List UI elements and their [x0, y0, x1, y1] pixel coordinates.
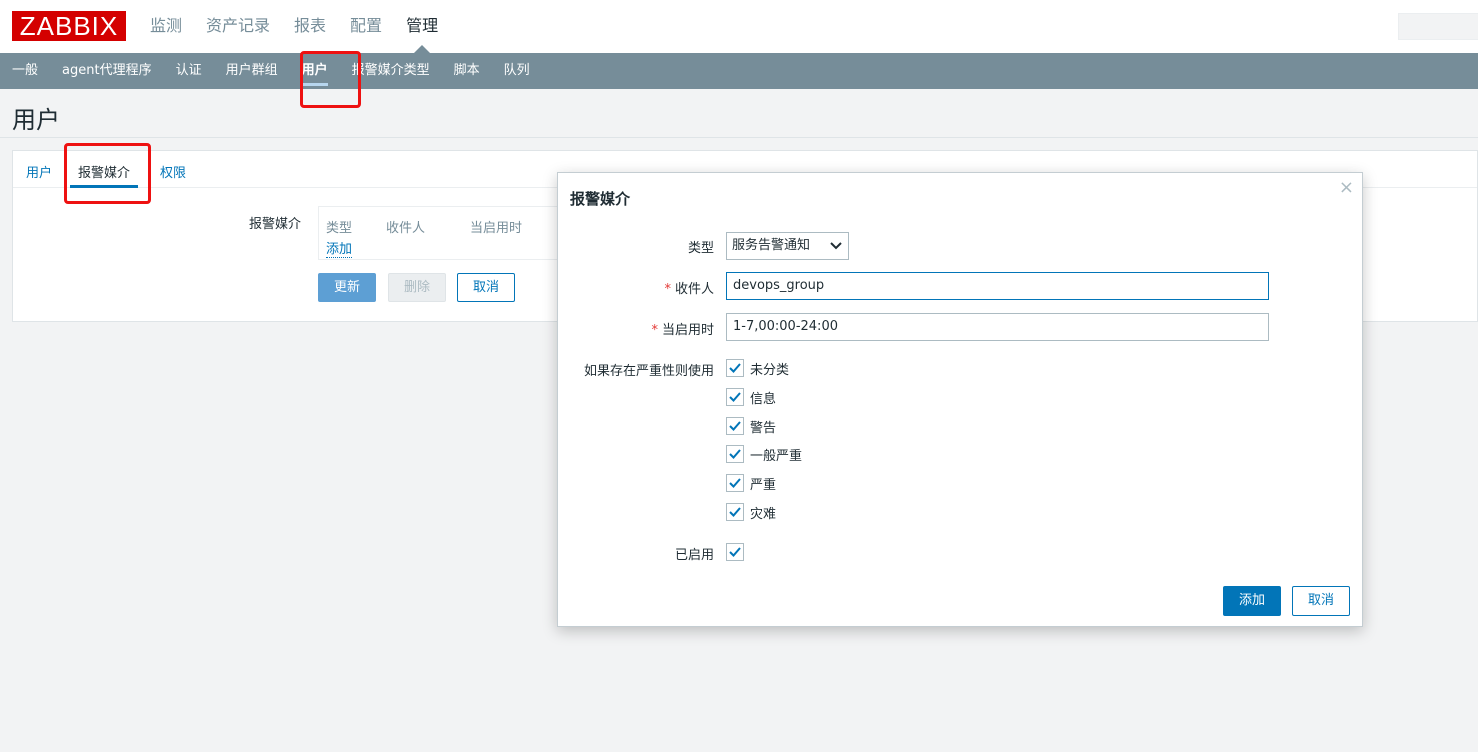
tab-user[interactable]: 用户	[26, 162, 52, 181]
type-select-value: 服务告警通知	[732, 238, 811, 253]
dialog-title: 报警媒介	[570, 190, 631, 208]
main-nav-reports[interactable]: 报表	[294, 0, 326, 53]
media-dialog: 报警媒介 × 类型 服务告警通知 * 收件人 devops_group * 当启用时…	[557, 172, 1363, 627]
add-media-link[interactable]: 添加	[326, 238, 353, 258]
severity-label-text: 一般严重	[750, 448, 803, 464]
top-header: ZABBIX 监测 资产记录 报表 配置 管理	[0, 0, 1478, 53]
enabled-label: 已启用	[674, 548, 714, 563]
main-nav-monitoring[interactable]: 监测	[150, 0, 182, 53]
dialog-add-button[interactable]: 添加	[1223, 586, 1281, 616]
sub-nav: 一般 agent代理程序 认证 用户群组 用户 报警媒介类型 脚本 队列	[0, 53, 1478, 89]
checkbox[interactable]	[726, 359, 744, 377]
severity-label: 如果存在严重性则使用	[583, 364, 714, 379]
severity-disaster[interactable]: 灾难	[726, 503, 777, 522]
sendto-input[interactable]: devops_group	[726, 272, 1269, 300]
main-nav-configuration[interactable]: 配置	[350, 0, 382, 53]
close-icon[interactable]: ×	[1339, 177, 1354, 198]
subnav-user-groups[interactable]: 用户群组	[226, 53, 278, 89]
main-nav-inventory[interactable]: 资产记录	[206, 0, 270, 53]
subnav-scripts[interactable]: 脚本	[454, 53, 480, 89]
checkbox[interactable]	[726, 474, 744, 492]
severity-not-classified[interactable]: 未分类	[726, 359, 790, 378]
checkbox[interactable]	[726, 388, 744, 406]
subnav-proxies[interactable]: agent代理程序	[62, 53, 152, 89]
type-select[interactable]: 服务告警通知	[726, 232, 849, 260]
severity-label-text: 警告	[750, 420, 777, 436]
update-button[interactable]: 更新	[318, 273, 376, 302]
media-col-sendto: 收件人	[386, 221, 426, 236]
severity-label-text: 严重	[750, 477, 777, 493]
severity-label-text: 信息	[750, 391, 777, 407]
title-divider	[0, 137, 1478, 138]
period-label-text: 当启用时	[661, 323, 714, 338]
sendto-label-text: 收件人	[674, 282, 714, 297]
cancel-button[interactable]: 取消	[457, 273, 515, 302]
severity-label-text: 未分类	[750, 362, 790, 378]
subnav-authentication[interactable]: 认证	[176, 53, 202, 89]
subnav-queue[interactable]: 队列	[504, 53, 530, 89]
subnav-media-types[interactable]: 报警媒介类型	[352, 53, 430, 89]
chevron-down-icon	[830, 233, 842, 269]
highlight-users-subnav	[300, 51, 361, 108]
severity-label-text: 灾难	[750, 506, 777, 522]
subnav-general[interactable]: 一般	[12, 53, 38, 89]
severity-high[interactable]: 严重	[726, 474, 777, 493]
tab-permissions[interactable]: 权限	[160, 162, 186, 181]
highlight-media-tab	[64, 143, 151, 204]
period-input[interactable]: 1-7,00:00-24:00	[726, 313, 1269, 341]
checkbox[interactable]	[726, 503, 744, 521]
dialog-cancel-button[interactable]: 取消	[1292, 586, 1350, 616]
main-nav-administration[interactable]: 管理	[406, 0, 438, 53]
sendto-label: * 收件人	[664, 282, 714, 297]
media-label: 报警媒介	[249, 217, 302, 232]
checkbox[interactable]	[726, 445, 744, 463]
type-label: 类型	[687, 241, 714, 256]
search-input[interactable]	[1398, 13, 1478, 40]
enabled-checkbox[interactable]	[726, 543, 744, 561]
severity-average[interactable]: 一般严重	[726, 445, 803, 464]
enabled-checkbox-row[interactable]	[726, 543, 744, 561]
period-label: * 当启用时	[651, 323, 714, 338]
severity-warning[interactable]: 警告	[726, 417, 777, 436]
delete-button: 删除	[388, 273, 446, 302]
main-nav: 监测 资产记录 报表 配置 管理	[150, 0, 462, 53]
media-col-type: 类型	[326, 221, 353, 236]
severity-information[interactable]: 信息	[726, 388, 777, 407]
media-col-period: 当启用时	[470, 221, 523, 236]
checkbox[interactable]	[726, 417, 744, 435]
zabbix-logo[interactable]: ZABBIX	[12, 11, 126, 41]
page-title: 用户	[12, 106, 60, 134]
